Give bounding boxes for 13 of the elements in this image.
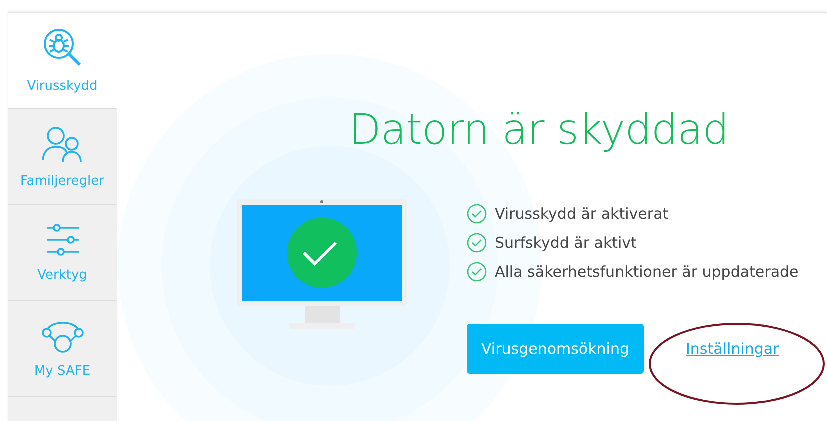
scan-button[interactable]: Virusgenomsökning (467, 324, 644, 374)
status-title: Datorn är skyddad (349, 105, 730, 156)
status-check-text: Surfskydd är aktivt (495, 234, 637, 252)
status-check-text: Virusskydd är aktiverat (495, 204, 669, 223)
sidebar-item[interactable]: Virusskydd (8, 13, 117, 109)
settings-link[interactable]: Inställningar (686, 340, 780, 358)
check-circle-icon (467, 262, 487, 282)
check-circle-icon (467, 232, 487, 253)
check-circle-icon (467, 204, 487, 224)
bug-magnifier-icon (42, 27, 84, 69)
status-check-text: Alla säkerhetsfunktioner är uppdaterade (495, 262, 799, 281)
sliders-icon (44, 222, 80, 258)
family-icon (40, 124, 84, 164)
